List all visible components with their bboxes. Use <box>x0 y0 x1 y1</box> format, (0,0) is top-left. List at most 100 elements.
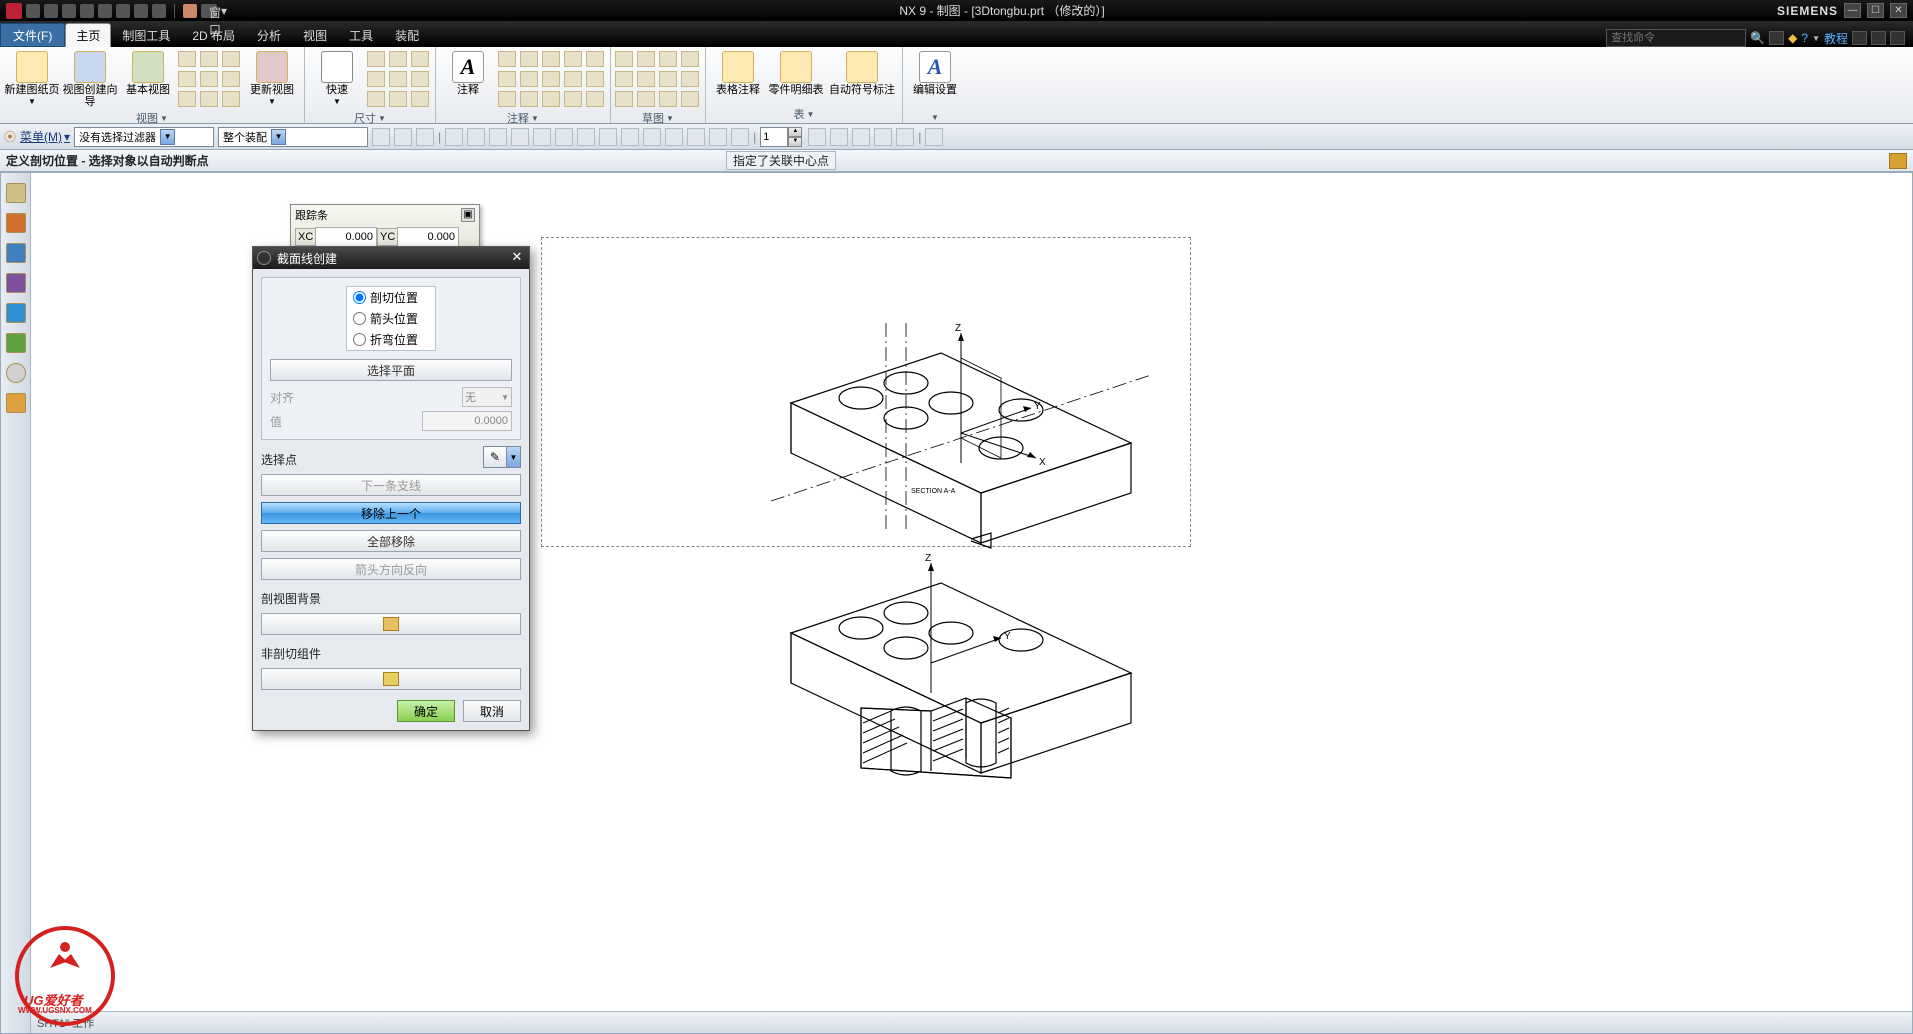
small-btn[interactable] <box>200 91 218 107</box>
small-btn[interactable] <box>564 71 582 87</box>
small-btn[interactable] <box>520 91 538 107</box>
opt-icon[interactable] <box>599 128 617 146</box>
qat-cut-icon[interactable] <box>80 4 94 18</box>
qat-repeat-icon[interactable] <box>134 4 148 18</box>
close-button[interactable]: ✕ <box>1890 3 1907 18</box>
opt-icon[interactable] <box>445 128 463 146</box>
qat-window-icon[interactable] <box>183 4 197 18</box>
reverse-arrow-button[interactable]: 箭头方向反向 <box>261 558 521 580</box>
small-btn[interactable] <box>637 71 655 87</box>
rail-constraint-navigator-icon[interactable] <box>6 243 26 263</box>
gear-icon[interactable] <box>257 251 271 265</box>
file-menu[interactable]: 文件(F) <box>0 23 65 47</box>
small-btn[interactable] <box>637 51 655 67</box>
opt-icon[interactable] <box>731 128 749 146</box>
doc-close-button[interactable] <box>1890 31 1905 45</box>
command-finder-input[interactable] <box>1606 29 1746 47</box>
tab-drafting-tools[interactable]: 制图工具 <box>111 23 181 47</box>
qat-touch-icon[interactable] <box>152 4 166 18</box>
small-btn[interactable] <box>542 71 560 87</box>
small-btn[interactable] <box>367 91 385 107</box>
opt-icon[interactable] <box>416 128 434 146</box>
assembly-scope-combo[interactable]: 整个装配▼ <box>218 127 368 147</box>
small-btn[interactable] <box>411 71 429 87</box>
auto-balloon-button[interactable]: 自动符号标注 <box>826 49 898 96</box>
small-btn[interactable] <box>542 91 560 107</box>
doc-restore-button[interactable] <box>1871 31 1886 45</box>
opt-icon[interactable] <box>830 128 848 146</box>
tab-2d-layout[interactable]: 2D 布局 <box>181 23 246 47</box>
radio-cut-pos[interactable]: 剖切位置 <box>347 287 435 308</box>
small-btn[interactable] <box>389 71 407 87</box>
opt-icon[interactable] <box>709 128 727 146</box>
small-btn[interactable] <box>498 71 516 87</box>
small-btn[interactable] <box>615 91 633 107</box>
help-icon[interactable]: ? <box>1801 31 1808 45</box>
search-icon[interactable]: 🔍 <box>1750 31 1765 45</box>
opt-icon[interactable] <box>533 128 551 146</box>
small-btn[interactable] <box>200 51 218 67</box>
opts-icon[interactable] <box>1769 31 1784 45</box>
rail-history-icon[interactable] <box>6 363 26 383</box>
small-btn[interactable] <box>498 51 516 67</box>
radio-bend-pos[interactable]: 折弯位置 <box>347 329 435 350</box>
xc-input[interactable] <box>315 227 377 247</box>
qat-save-icon[interactable] <box>26 4 40 18</box>
opt-icon[interactable] <box>687 128 705 146</box>
section-bg-button[interactable] <box>261 613 521 635</box>
small-btn[interactable] <box>520 51 538 67</box>
point-method-picker[interactable]: ✎▼ <box>483 446 521 468</box>
dialog-titlebar[interactable]: 截面线创建 ✕ <box>253 247 529 269</box>
opt-icon[interactable] <box>372 128 390 146</box>
rail-part-navigator-icon[interactable] <box>6 183 26 203</box>
opt-icon[interactable] <box>577 128 595 146</box>
small-btn[interactable] <box>200 71 218 87</box>
opt-icon[interactable] <box>467 128 485 146</box>
non-section-button[interactable] <box>261 668 521 690</box>
rail-hd3d-icon[interactable] <box>6 303 26 323</box>
next-spline-button[interactable]: 下一条支线 <box>261 474 521 496</box>
opt-icon[interactable] <box>394 128 412 146</box>
base-view-button[interactable]: 基本视图 <box>120 49 176 96</box>
small-btn[interactable] <box>411 91 429 107</box>
align-combo[interactable]: 无▼ <box>462 387 512 407</box>
opt-icon[interactable] <box>489 128 507 146</box>
small-btn[interactable] <box>659 71 677 87</box>
small-btn[interactable] <box>367 71 385 87</box>
small-btn[interactable] <box>222 51 240 67</box>
cancel-button[interactable]: 取消 <box>463 700 521 722</box>
qat-undo-icon[interactable] <box>44 4 58 18</box>
small-btn[interactable] <box>564 91 582 107</box>
tab-assembly[interactable]: 装配 <box>384 23 430 47</box>
minimize-button[interactable]: — <box>1844 3 1861 18</box>
roles-icon[interactable]: ◆ <box>1788 31 1797 45</box>
small-btn[interactable] <box>389 51 407 67</box>
window-menu[interactable]: 窗口 <box>201 4 217 18</box>
small-btn[interactable] <box>681 91 699 107</box>
rail-reuse-library-icon[interactable] <box>6 273 26 293</box>
help-dd-icon[interactable]: ▼ <box>1812 34 1820 43</box>
small-btn[interactable] <box>615 51 633 67</box>
small-btn[interactable] <box>542 51 560 67</box>
selection-filter-combo[interactable]: 没有选择过滤器▼ <box>74 127 214 147</box>
small-btn[interactable] <box>178 71 196 87</box>
small-btn[interactable] <box>659 91 677 107</box>
yc-input[interactable] <box>397 227 459 247</box>
opt-icon[interactable] <box>511 128 529 146</box>
opt-icon[interactable] <box>665 128 683 146</box>
small-btn[interactable] <box>222 71 240 87</box>
small-btn[interactable] <box>178 91 196 107</box>
opt-icon[interactable] <box>896 128 914 146</box>
tutorial-link[interactable]: 教程 <box>1824 30 1848 47</box>
view-wizard-button[interactable]: 视图创建向导 <box>62 49 118 108</box>
small-btn[interactable] <box>615 71 633 87</box>
quick-dim-button[interactable]: 快速▼ <box>309 49 365 106</box>
parts-list-button[interactable]: 零件明细表 <box>768 49 824 96</box>
dialog-close-button[interactable]: ✕ <box>509 250 525 266</box>
new-sheet-button[interactable]: 新建图纸页▼ <box>4 49 60 106</box>
small-btn[interactable] <box>411 51 429 67</box>
qat-paste-icon[interactable] <box>116 4 130 18</box>
tracking-bar[interactable]: 跟踪条▣ XC YC <box>290 204 480 252</box>
select-plane-button[interactable]: 选择平面 <box>270 359 512 381</box>
maximize-button[interactable]: ☐ <box>1867 3 1884 18</box>
